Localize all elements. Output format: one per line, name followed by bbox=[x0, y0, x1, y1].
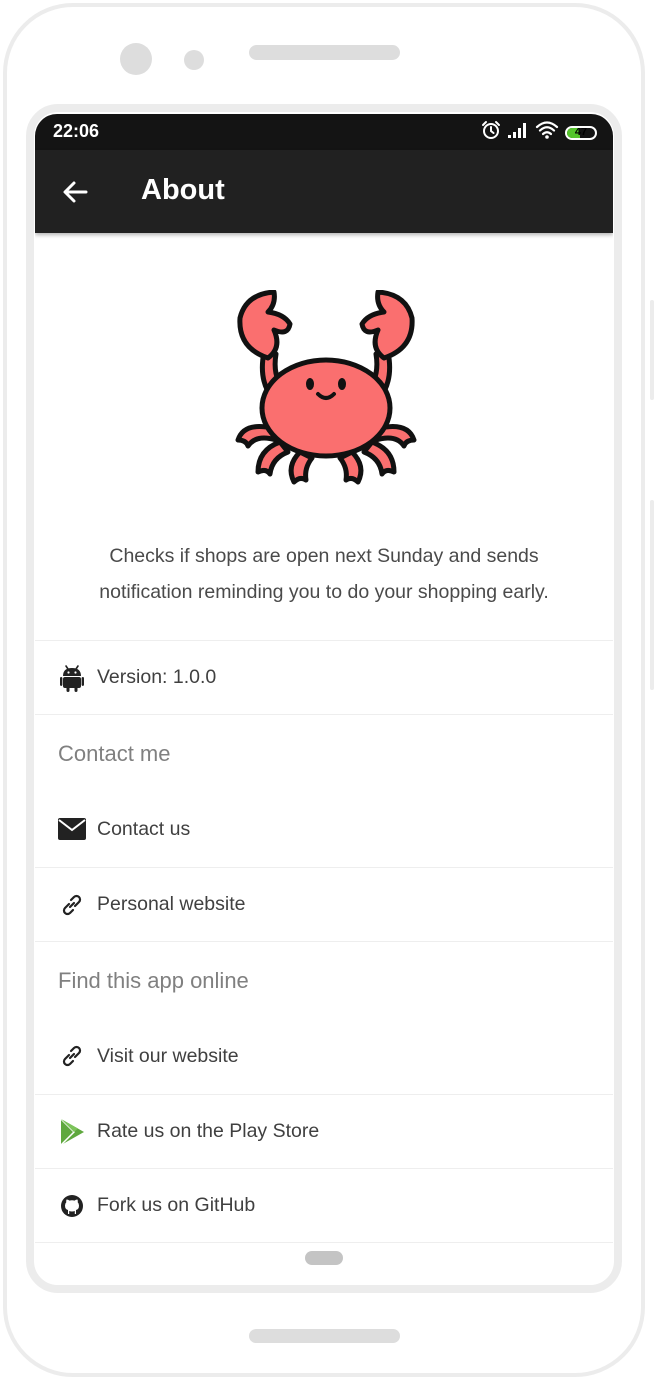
status-icons: 47 bbox=[481, 120, 597, 145]
version-label: Version: 1.0.0 bbox=[97, 666, 217, 688]
arrow-left-icon bbox=[63, 181, 88, 203]
section-header-find-app: Find this app online bbox=[35, 941, 613, 1019]
visit-website-label: Visit our website bbox=[97, 1044, 239, 1067]
contact-us-label: Contact us bbox=[97, 817, 191, 840]
device-frame: 22:06 47 About Checks if shops are open … bbox=[0, 0, 654, 1384]
section-title: Contact me bbox=[58, 741, 171, 766]
version-row: Version: 1.0.0 bbox=[35, 640, 613, 714]
link-icon bbox=[58, 891, 86, 919]
wifi-icon bbox=[535, 120, 559, 145]
fork-github-label: Fork us on GitHub bbox=[97, 1194, 256, 1216]
proximity-sensor bbox=[184, 50, 204, 70]
alarm-icon bbox=[481, 120, 501, 145]
earpiece-speaker bbox=[249, 45, 400, 60]
volume-button bbox=[650, 300, 654, 400]
screen-bezel: 22:06 47 About Checks if shops are open … bbox=[26, 104, 622, 1293]
screen: 22:06 47 About Checks if shops are open … bbox=[35, 114, 613, 1285]
home-bar bbox=[249, 1329, 400, 1343]
fork-github-row[interactable]: Fork us on GitHub bbox=[35, 1168, 613, 1242]
personal-website-row[interactable]: Personal website bbox=[35, 867, 613, 941]
power-button bbox=[650, 500, 654, 690]
battery-level: 47 bbox=[574, 125, 588, 138]
link-icon bbox=[58, 1042, 86, 1070]
play-store-icon bbox=[58, 1117, 86, 1146]
section-header-contact: Contact me bbox=[35, 714, 613, 792]
app-bar: About bbox=[35, 150, 613, 233]
rate-play-store-label: Rate us on the Play Store bbox=[97, 1120, 320, 1142]
personal-website-label: Personal website bbox=[97, 893, 246, 915]
contact-us-row[interactable]: Contact us bbox=[35, 792, 613, 866]
envelope-icon bbox=[58, 815, 86, 843]
scroll-handle[interactable] bbox=[305, 1251, 343, 1265]
list-bottom-divider bbox=[35, 1242, 613, 1243]
rate-play-store-row[interactable]: Rate us on the Play Store bbox=[35, 1094, 613, 1168]
front-camera bbox=[120, 43, 152, 75]
battery-icon: 47 bbox=[565, 125, 597, 140]
status-bar: 22:06 47 bbox=[35, 114, 613, 150]
status-time: 22:06 bbox=[53, 121, 100, 141]
page-title: About bbox=[141, 174, 225, 206]
github-icon bbox=[58, 1192, 86, 1220]
back-button[interactable] bbox=[55, 172, 95, 212]
android-icon bbox=[58, 664, 86, 692]
section-title: Find this app online bbox=[58, 968, 249, 993]
signal-icon bbox=[507, 121, 529, 144]
crab-icon bbox=[228, 289, 424, 486]
visit-website-row[interactable]: Visit our website bbox=[35, 1019, 613, 1093]
app-description: Checks if shops are open next Sunday and… bbox=[99, 544, 549, 603]
